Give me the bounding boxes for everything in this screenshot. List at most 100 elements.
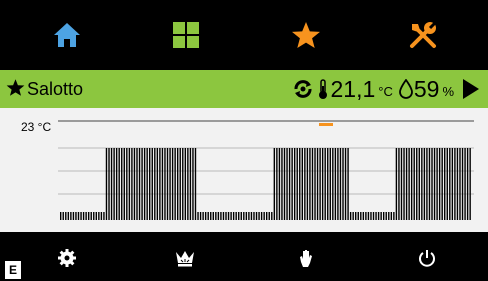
schedule-bar xyxy=(133,148,136,220)
schedule-bar xyxy=(240,212,242,220)
favorites-button[interactable] xyxy=(276,14,336,56)
schedule-bar xyxy=(154,148,156,220)
schedule-bar xyxy=(370,212,372,220)
schedule-bar xyxy=(464,148,466,220)
schedule-bar xyxy=(232,212,235,220)
schedule-bar xyxy=(110,148,113,220)
schedule-bar xyxy=(309,148,311,220)
schedule-bar xyxy=(375,212,377,220)
schedule-bar xyxy=(179,148,181,220)
schedule-bar xyxy=(187,148,189,220)
schedule-bar xyxy=(362,212,365,220)
schedule-bar xyxy=(291,148,293,220)
play-arrow-icon[interactable] xyxy=(462,78,480,100)
schedule-bar xyxy=(199,212,202,220)
schedule-bar xyxy=(288,148,291,220)
schedule-bar xyxy=(276,148,278,220)
schedule-bar xyxy=(263,212,265,220)
schedule-bar xyxy=(278,148,281,220)
schedule-bar xyxy=(367,212,370,220)
schedule-bar xyxy=(136,148,138,220)
schedule-bar xyxy=(377,212,380,220)
power-icon xyxy=(419,250,435,267)
schedule-bar xyxy=(230,212,232,220)
schedule-bar xyxy=(410,148,413,220)
schedule-bar xyxy=(393,212,395,220)
humidity-unit: % xyxy=(442,84,454,99)
schedule-bar xyxy=(372,212,375,220)
schedule-bar xyxy=(174,148,176,220)
schedule-bar xyxy=(90,212,92,220)
schedule-bar xyxy=(100,212,103,220)
schedule-bar xyxy=(469,148,471,220)
settings-tools-button[interactable] xyxy=(393,14,453,56)
power-button[interactable] xyxy=(411,245,443,271)
schedule-bar xyxy=(131,148,133,220)
schedule-bar xyxy=(408,148,410,220)
schedule-bar xyxy=(93,212,95,220)
schedule-bar xyxy=(337,148,339,220)
home-button[interactable] xyxy=(37,14,97,56)
program-settings-button[interactable] xyxy=(51,245,83,271)
schedule-bar xyxy=(118,148,120,220)
schedule-bar xyxy=(296,148,298,220)
schedule-bar xyxy=(403,148,405,220)
schedule-bar xyxy=(197,212,199,220)
schedule-bar xyxy=(431,148,433,220)
schedule-bar xyxy=(159,148,161,220)
schedule-bar xyxy=(258,212,260,220)
schedule-bar xyxy=(327,148,329,220)
schedule-bar xyxy=(220,212,222,220)
schedule-bar xyxy=(194,148,197,220)
schedule-bar xyxy=(189,148,192,220)
schedule-bar xyxy=(171,148,174,220)
chart-plot xyxy=(58,120,474,220)
schedule-bar xyxy=(215,212,217,220)
schedule-bar xyxy=(271,212,273,220)
comfort-mode-button[interactable] xyxy=(169,245,201,271)
schedule-bar xyxy=(446,148,448,220)
schedule-bar xyxy=(156,148,159,220)
schedule-bar xyxy=(250,212,253,220)
schedule-bar xyxy=(60,212,62,220)
schedule-bar xyxy=(202,212,204,220)
manual-mode-button[interactable] xyxy=(290,245,322,271)
schedule-bar xyxy=(421,148,423,220)
schedule-bar xyxy=(423,148,426,220)
schedule-bar xyxy=(360,212,362,220)
schedule-bar xyxy=(461,148,464,220)
schedule-bar xyxy=(459,148,461,220)
schedule-bar xyxy=(243,212,245,220)
humidity-value: 59 xyxy=(413,76,440,102)
schedule-bar xyxy=(212,212,214,220)
schedule-bar xyxy=(128,148,131,220)
schedule-bar xyxy=(344,148,347,220)
schedule-bar xyxy=(77,212,80,220)
schedule-bar xyxy=(222,212,225,220)
temperature-value: 21,1 xyxy=(330,76,376,102)
schedule-bar xyxy=(141,148,143,220)
schedule-bar xyxy=(62,212,64,220)
hand-icon xyxy=(300,250,312,267)
schedule-bar xyxy=(355,212,357,220)
gear-icon xyxy=(58,249,76,267)
rooms-grid-button[interactable] xyxy=(156,14,216,56)
schedule-bar xyxy=(260,212,263,220)
schedule-bar xyxy=(248,212,250,220)
schedule-bar xyxy=(416,148,418,220)
favorite-star-icon[interactable] xyxy=(6,78,25,97)
schedule-bar xyxy=(428,148,431,220)
schedule-bar xyxy=(451,148,454,220)
schedule-bar xyxy=(151,148,153,220)
schedule-bar xyxy=(380,212,382,220)
schedule-bar xyxy=(349,212,352,220)
temperature-unit: °C xyxy=(378,84,393,99)
schedule-bar xyxy=(103,212,105,220)
schedule-bar xyxy=(339,148,342,220)
schedule-bar xyxy=(395,148,398,220)
schedule-bar xyxy=(365,212,367,220)
schedule-bar xyxy=(169,148,171,220)
schedule-bar xyxy=(161,148,164,220)
schedule-bar xyxy=(293,148,296,220)
top-navigation-bar xyxy=(0,0,488,70)
